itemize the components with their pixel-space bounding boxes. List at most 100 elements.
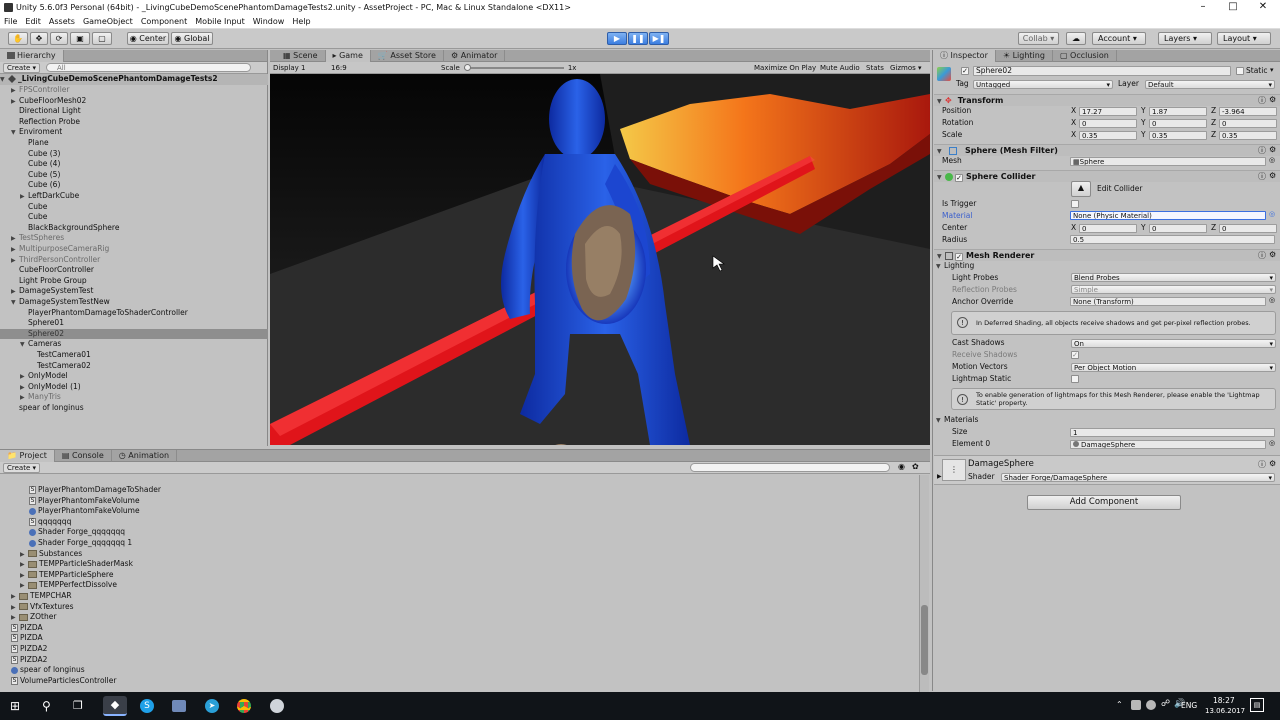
hierarchy-item[interactable]: Plane: [0, 138, 268, 149]
display-dropdown[interactable]: Display 1: [273, 64, 331, 72]
project-item[interactable]: PlayerPhantomFakeVolume: [0, 506, 140, 517]
position-x-field[interactable]: 17.27: [1079, 107, 1137, 116]
hierarchy-item[interactable]: Sphere02: [0, 328, 268, 340]
hierarchy-item[interactable]: Light Probe Group: [0, 276, 268, 287]
play-button[interactable]: ▶: [607, 32, 627, 45]
tab-inspector[interactable]: ⓘ Inspector: [933, 50, 996, 62]
project-item[interactable]: S PIZDA2: [0, 655, 47, 666]
toggle-stats[interactable]: Stats: [866, 64, 884, 72]
hierarchy-item[interactable]: Cube (5): [0, 170, 268, 181]
menu-mobile-input[interactable]: Mobile Input: [191, 17, 249, 26]
shader-dropdown[interactable]: Shader Forge/DamageSphere: [1001, 473, 1275, 482]
tab-hierarchy[interactable]: Hierarchy: [0, 50, 64, 62]
help-icon[interactable]: ⓘ: [1258, 145, 1266, 156]
project-item[interactable]: S PlayerPhantomDamageToShader: [0, 485, 161, 496]
hierarchy-item[interactable]: TestCamera02: [0, 361, 268, 372]
layers-dropdown[interactable]: Layers ▾: [1158, 32, 1212, 45]
files-taskbar-icon[interactable]: [167, 696, 191, 716]
center-x-field[interactable]: 0: [1079, 224, 1137, 233]
project-item[interactable]: ▶ TEMPParticleShaderMask: [0, 559, 133, 570]
scale-x-field[interactable]: 0.35: [1079, 131, 1137, 140]
menu-assets[interactable]: Assets: [45, 17, 79, 26]
center-z-field[interactable]: 0: [1219, 224, 1277, 233]
sphere-collider-header[interactable]: ▼ ✓ Sphere Collider: [934, 170, 1280, 182]
pivot-global-button[interactable]: ◉ Global: [171, 32, 213, 45]
hierarchy-item[interactable]: Cube: [0, 202, 268, 213]
project-item[interactable]: S PIZDA: [0, 633, 43, 644]
menu-edit[interactable]: Edit: [21, 17, 45, 26]
project-item[interactable]: ▶ ZOther: [0, 612, 56, 623]
maximize-button[interactable]: □: [1216, 0, 1250, 15]
collab-button[interactable]: Collab ▾: [1018, 32, 1059, 45]
tab-asset-store[interactable]: 🛒 Asset Store: [371, 50, 444, 62]
hierarchy-item[interactable]: Cube (4): [0, 159, 268, 170]
radius-field[interactable]: 0.5: [1070, 235, 1275, 244]
object-picker-icon[interactable]: ◎: [1269, 439, 1275, 447]
tray-app-icon[interactable]: [1146, 700, 1156, 710]
collider-enabled-checkbox[interactable]: ✓: [955, 174, 963, 182]
project-item[interactable]: Shader Forge_qqqqqqq: [0, 527, 125, 538]
pause-button[interactable]: ❚❚: [628, 32, 648, 45]
unity-taskbar-icon[interactable]: ◆: [103, 696, 127, 716]
rotation-x-field[interactable]: 0: [1079, 119, 1137, 128]
menu-file[interactable]: File: [0, 17, 21, 26]
hierarchy-item[interactable]: ▶ OnlyModel: [0, 371, 268, 382]
close-button[interactable]: ✕: [1246, 0, 1280, 15]
pivot-center-button[interactable]: ◉ Center: [127, 32, 169, 45]
tab-animator[interactable]: ⚙ Animator: [444, 50, 506, 62]
tab-game[interactable]: ▸ Game: [325, 50, 371, 62]
hierarchy-item[interactable]: ▼ Cameras: [0, 339, 268, 350]
project-item[interactable]: S PlayerPhantomFakeVolume: [0, 496, 140, 507]
project-scrollbar[interactable]: [919, 475, 929, 692]
hierarchy-item[interactable]: ▼ Enviroment: [0, 127, 268, 138]
toggle-mute-audio[interactable]: Mute Audio: [820, 64, 860, 72]
transform-header[interactable]: ▼ ✥ Transform: [934, 94, 1280, 106]
toggle-maximize-on-play[interactable]: Maximize On Play: [754, 64, 816, 72]
hierarchy-item[interactable]: ▶ TestSpheres: [0, 233, 268, 244]
lightmap-static-checkbox[interactable]: [1071, 375, 1079, 383]
skype-taskbar-icon[interactable]: S: [135, 696, 159, 716]
tab-occlusion[interactable]: ▢ Occlusion: [1053, 50, 1117, 62]
project-item[interactable]: Shader Forge_qqqqqqq 1: [0, 538, 132, 549]
hand-tool-icon[interactable]: ✋: [8, 32, 28, 45]
position-y-field[interactable]: 1.87: [1149, 107, 1207, 116]
component-settings-icon[interactable]: ⚙: [1269, 459, 1276, 468]
project-create-button[interactable]: Create ▾: [3, 462, 40, 473]
motion-vectors-dropdown[interactable]: Per Object Motion: [1071, 363, 1276, 372]
hierarchy-item[interactable]: ▶ ThirdPersonController: [0, 255, 268, 266]
steam-taskbar-icon[interactable]: [265, 696, 289, 716]
hierarchy-item[interactable]: ▶ ManyTris: [0, 392, 268, 403]
hierarchy-create-button[interactable]: Create ▾: [3, 62, 40, 73]
hierarchy-item[interactable]: CubeFloorController: [0, 265, 268, 276]
project-item[interactable]: S PIZDA: [0, 623, 43, 634]
tab-scene[interactable]: ▦ Scene: [276, 50, 326, 62]
hierarchy-item[interactable]: ▶ LeftDarkCube: [0, 191, 268, 202]
scale-tool-icon[interactable]: ▣: [70, 32, 90, 45]
hierarchy-search-input[interactable]: All: [46, 63, 251, 72]
scene-root[interactable]: ▼ _LivingCubeDemoScenePhantomDamageTests2: [0, 74, 268, 85]
static-dropdown-icon[interactable]: ▾: [1270, 66, 1274, 74]
aspect-dropdown[interactable]: 16:9: [331, 64, 441, 72]
active-checkbox[interactable]: ✓: [961, 67, 969, 75]
scale-y-field[interactable]: 0.35: [1149, 131, 1207, 140]
project-item[interactable]: ▶ TEMPParticleSphere: [0, 570, 113, 581]
is-trigger-checkbox[interactable]: [1071, 200, 1079, 208]
hierarchy-item[interactable]: PlayerPhantomDamageToShaderController: [0, 308, 268, 319]
mesh-renderer-header[interactable]: ▼ ✓ Mesh Renderer: [934, 249, 1280, 261]
menu-window[interactable]: Window: [249, 17, 289, 26]
filter-label-icon[interactable]: ✿: [912, 462, 919, 471]
help-icon[interactable]: ⓘ: [1258, 459, 1266, 470]
project-item[interactable]: S VolumeParticlesController: [0, 676, 116, 687]
hierarchy-item[interactable]: ▶ FPSController: [0, 85, 268, 96]
edit-collider-button[interactable]: ▲: [1071, 181, 1091, 197]
gizmos-dropdown[interactable]: Gizmos ▾: [890, 64, 922, 72]
scale-z-field[interactable]: 0.35: [1219, 131, 1277, 140]
tag-dropdown[interactable]: Untagged: [973, 80, 1113, 89]
telegram-taskbar-icon[interactable]: ➤: [200, 696, 224, 716]
layout-dropdown[interactable]: Layout ▾: [1217, 32, 1271, 45]
receive-shadows-checkbox[interactable]: ✓: [1071, 351, 1079, 359]
hierarchy-item[interactable]: ▶ MultipurposeCameraRig: [0, 244, 268, 255]
anchor-override-field[interactable]: None (Transform): [1070, 297, 1266, 306]
physic-material-field[interactable]: None (Physic Material): [1070, 211, 1266, 220]
scale-slider-thumb[interactable]: [463, 63, 471, 71]
